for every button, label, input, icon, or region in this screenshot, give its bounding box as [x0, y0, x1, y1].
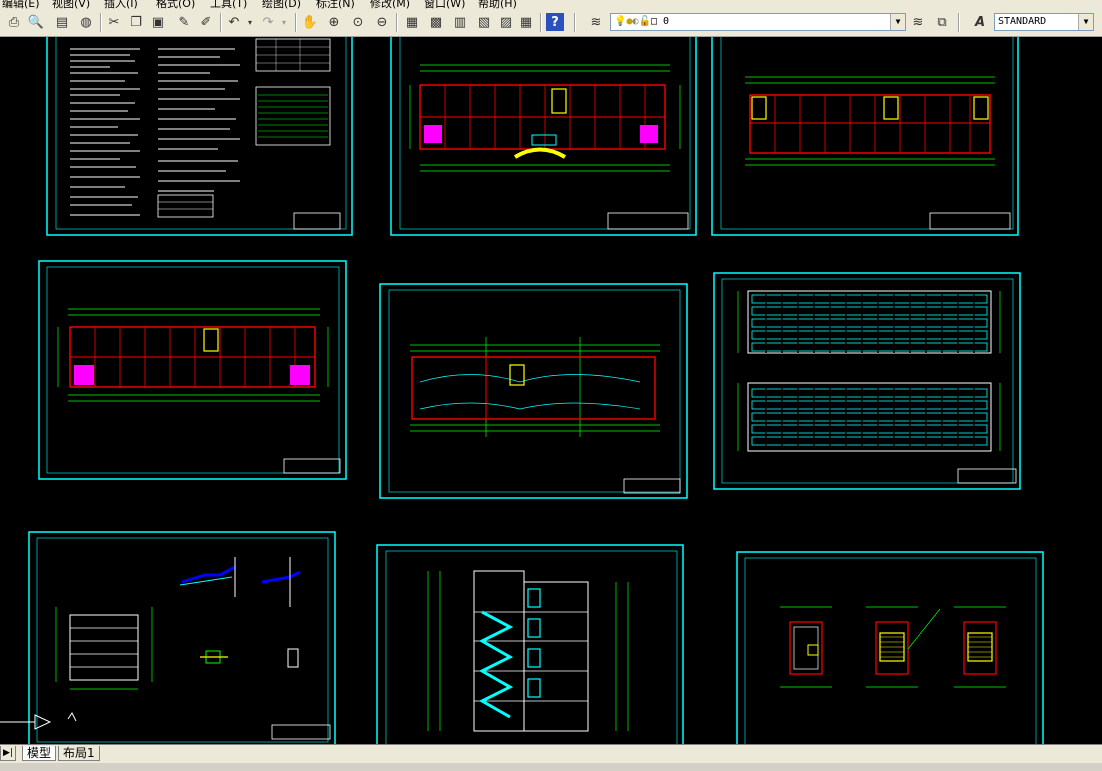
tab-scroll-icon[interactable]: ▶|	[0, 746, 16, 761]
layer-previous-icon[interactable]: ⧉	[932, 12, 952, 32]
text-style-icon[interactable]: A	[970, 12, 990, 32]
menu-view[interactable]: 视图(V)	[52, 0, 90, 9]
layer-manager-icon[interactable]: ≋	[586, 12, 606, 32]
sheet-elevations	[713, 272, 1021, 490]
chevron-down-icon[interactable]: ▼	[1078, 14, 1093, 30]
web-icon[interactable]: ◍	[76, 12, 96, 32]
standard-toolbar: ⎙ 🔍 ▤ ◍ ✂ ❐ ▣ ✎ ✐ ↶ ▾ ↷ ▾ ✋ ⊕ ⊙ ⊖ ▦ ▩ ▥ …	[0, 9, 1102, 37]
sheet-design-notes	[46, 37, 353, 236]
menu-dimension[interactable]: 标注(N)	[316, 0, 355, 9]
text-style-name: STANDARD	[998, 16, 1047, 27]
tab-layout1[interactable]: 布局1	[58, 746, 100, 761]
undo-dropdown-icon[interactable]: ▾	[244, 12, 256, 32]
copy-icon[interactable]: ❐	[126, 12, 146, 32]
redo-icon[interactable]: ↷	[258, 12, 278, 32]
menu-tools[interactable]: 工具(T)	[210, 0, 247, 9]
zoom-realtime-icon[interactable]: ⊕	[324, 12, 344, 32]
tool-palettes-icon[interactable]: ▥	[450, 12, 470, 32]
layout-tab-bar: ▶| 模型 布局1	[0, 744, 1102, 771]
calculator-icon[interactable]: ▦	[516, 12, 536, 32]
sheet-section-details	[0, 531, 336, 744]
publish-icon[interactable]: ▤	[52, 12, 72, 32]
match-properties-icon[interactable]: ✎	[174, 12, 194, 32]
paste-icon[interactable]: ▣	[148, 12, 168, 32]
zoom-window-icon[interactable]: ⊙	[348, 12, 368, 32]
layer-name: 0	[663, 16, 670, 27]
menu-bar: 编辑(E) 视图(V) 插入(I) 格式(O) 工具(T) 绘图(D) 标注(N…	[0, 0, 1102, 9]
cut-icon[interactable]: ✂	[104, 12, 124, 32]
menu-modify[interactable]: 修改(M)	[370, 0, 410, 9]
sheet-stair-section	[376, 544, 684, 744]
drawing-canvas[interactable]	[0, 37, 1102, 744]
menu-edit[interactable]: 编辑(E)	[2, 0, 40, 9]
design-center-icon[interactable]: ▩	[426, 12, 446, 32]
menu-help[interactable]: 帮助(H)	[478, 0, 517, 9]
sheet-roof-plan	[379, 283, 688, 499]
sheet-standard-floor-plan	[711, 37, 1019, 236]
chevron-down-icon[interactable]: ▼	[890, 14, 905, 30]
tab-model[interactable]: 模型	[22, 746, 57, 761]
redo-dropdown-icon[interactable]: ▾	[278, 12, 290, 32]
pan-icon[interactable]: ✋	[300, 12, 320, 32]
sheet-set-icon[interactable]: ▧	[474, 12, 494, 32]
help-icon[interactable]: ?	[546, 13, 564, 31]
menu-draw[interactable]: 绘图(D)	[262, 0, 301, 9]
plot-preview-icon[interactable]: 🔍	[26, 12, 46, 32]
menu-window[interactable]: 窗口(W)	[424, 0, 465, 9]
layer-dropdown[interactable]: 💡●◐🔓□ 0 ▼	[610, 13, 906, 31]
properties-icon[interactable]: ▦	[402, 12, 422, 32]
markup-icon[interactable]: ▨	[496, 12, 516, 32]
text-style-dropdown[interactable]: STANDARD ▼	[994, 13, 1094, 31]
make-current-layer-icon[interactable]: ≋	[908, 12, 928, 32]
menu-insert[interactable]: 插入(I)	[104, 0, 138, 9]
block-editor-icon[interactable]: ✐	[196, 12, 216, 32]
sheet-stair-plans	[736, 551, 1044, 744]
plot-icon[interactable]: ⎙	[4, 12, 24, 32]
zoom-previous-icon[interactable]: ⊖	[372, 12, 392, 32]
menu-format[interactable]: 格式(O)	[156, 0, 195, 9]
sheet-floor-plan-3	[38, 260, 347, 480]
undo-icon[interactable]: ↶	[224, 12, 244, 32]
sheet-ground-floor-plan	[390, 37, 697, 236]
